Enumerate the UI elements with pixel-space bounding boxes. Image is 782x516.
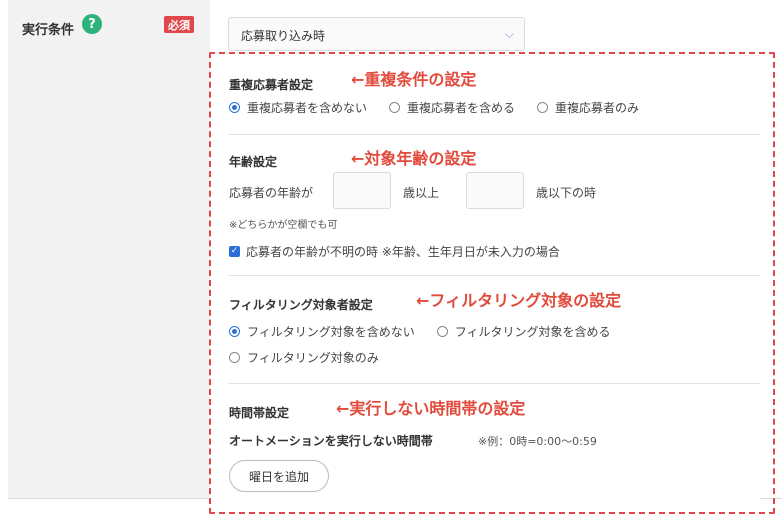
age-unknown-checkbox-row[interactable]: ✓ 応募者の年齢が不明の時 ※年齢、生年月日が未入力の場合 <box>229 243 560 260</box>
filter-radio-group-row2: フィルタリング対象のみ <box>229 349 379 366</box>
filter-annotation: ←フィルタリング対象の設定 <box>416 291 622 310</box>
radio-icon <box>436 326 448 337</box>
age-annotation: ←対象年齢の設定 <box>351 149 477 168</box>
divider <box>8 498 210 499</box>
trigger-select[interactable]: 応募取り込み時 ⌵ <box>228 17 525 51</box>
filter-radio-group: フィルタリング対象を含めない フィルタリング対象を含める <box>229 323 611 340</box>
trigger-select-value: 応募取り込み時 <box>241 29 326 43</box>
chevron-down-icon: ⌵ <box>504 27 514 41</box>
filter-option-only[interactable]: フィルタリング対象のみ <box>229 349 379 366</box>
option-label: 重複応募者を含める <box>407 101 516 115</box>
time-subtitle: オートメーションを実行しない時間帯 <box>229 434 433 448</box>
field-label-column <box>8 0 210 498</box>
time-section-title: 時間帯設定 <box>229 406 290 420</box>
option-label: 重複応募者を含めない <box>247 101 368 115</box>
duplicate-option-exclude[interactable]: 重複応募者を含めない <box>229 99 367 116</box>
time-example: ※例：0時=0:00〜0:59 <box>478 435 597 448</box>
section-divider <box>228 134 760 135</box>
radio-selected-icon <box>229 326 240 337</box>
help-icon[interactable]: ? <box>82 14 102 34</box>
age-section-title: 年齢設定 <box>229 155 278 169</box>
option-label: 重複応募者のみ <box>555 101 640 115</box>
add-weekday-button[interactable]: 曜日を追加 <box>229 460 329 492</box>
filter-option-include[interactable]: フィルタリング対象を含める <box>436 323 611 340</box>
duplicate-annotation: ←重複条件の設定 <box>351 70 477 89</box>
duplicate-option-only[interactable]: 重複応募者のみ <box>537 99 639 116</box>
radio-icon <box>389 102 401 113</box>
age-min-input[interactable] <box>333 172 391 209</box>
filter-section-title: フィルタリング対象者設定 <box>229 298 373 312</box>
filter-option-exclude[interactable]: フィルタリング対象を含めない <box>229 323 415 340</box>
age-min-suffix: 歳以上 <box>403 186 440 200</box>
age-max-input[interactable] <box>466 172 524 209</box>
duplicate-option-include[interactable]: 重複応募者を含める <box>389 99 515 116</box>
field-label: 実行条件 <box>22 23 75 38</box>
age-note: ※どちらかが空欄でも可 <box>229 220 338 231</box>
option-label: フィルタリング対象を含める <box>454 325 611 339</box>
duplicate-radio-group: 重複応募者を含めない 重複応募者を含める 重複応募者のみ <box>229 99 639 116</box>
time-annotation: ←実行しない時間帯の設定 <box>336 399 526 418</box>
option-label: フィルタリング対象のみ <box>247 351 379 365</box>
age-max-suffix: 歳以下の時 <box>536 186 597 200</box>
radio-icon <box>537 102 549 113</box>
age-unknown-label: 応募者の年齢が不明の時 ※年齢、生年月日が未入力の場合 <box>246 245 560 259</box>
radio-selected-icon <box>229 102 240 113</box>
radio-icon <box>229 352 240 363</box>
section-divider <box>228 275 760 276</box>
age-prefix-label: 応募者の年齢が <box>229 186 314 200</box>
option-label: フィルタリング対象を含めない <box>247 325 415 339</box>
required-badge: 必須 <box>164 16 194 33</box>
section-divider <box>228 383 760 384</box>
duplicate-section-title: 重複応募者設定 <box>229 78 314 92</box>
checkbox-checked-icon[interactable]: ✓ <box>229 246 240 257</box>
